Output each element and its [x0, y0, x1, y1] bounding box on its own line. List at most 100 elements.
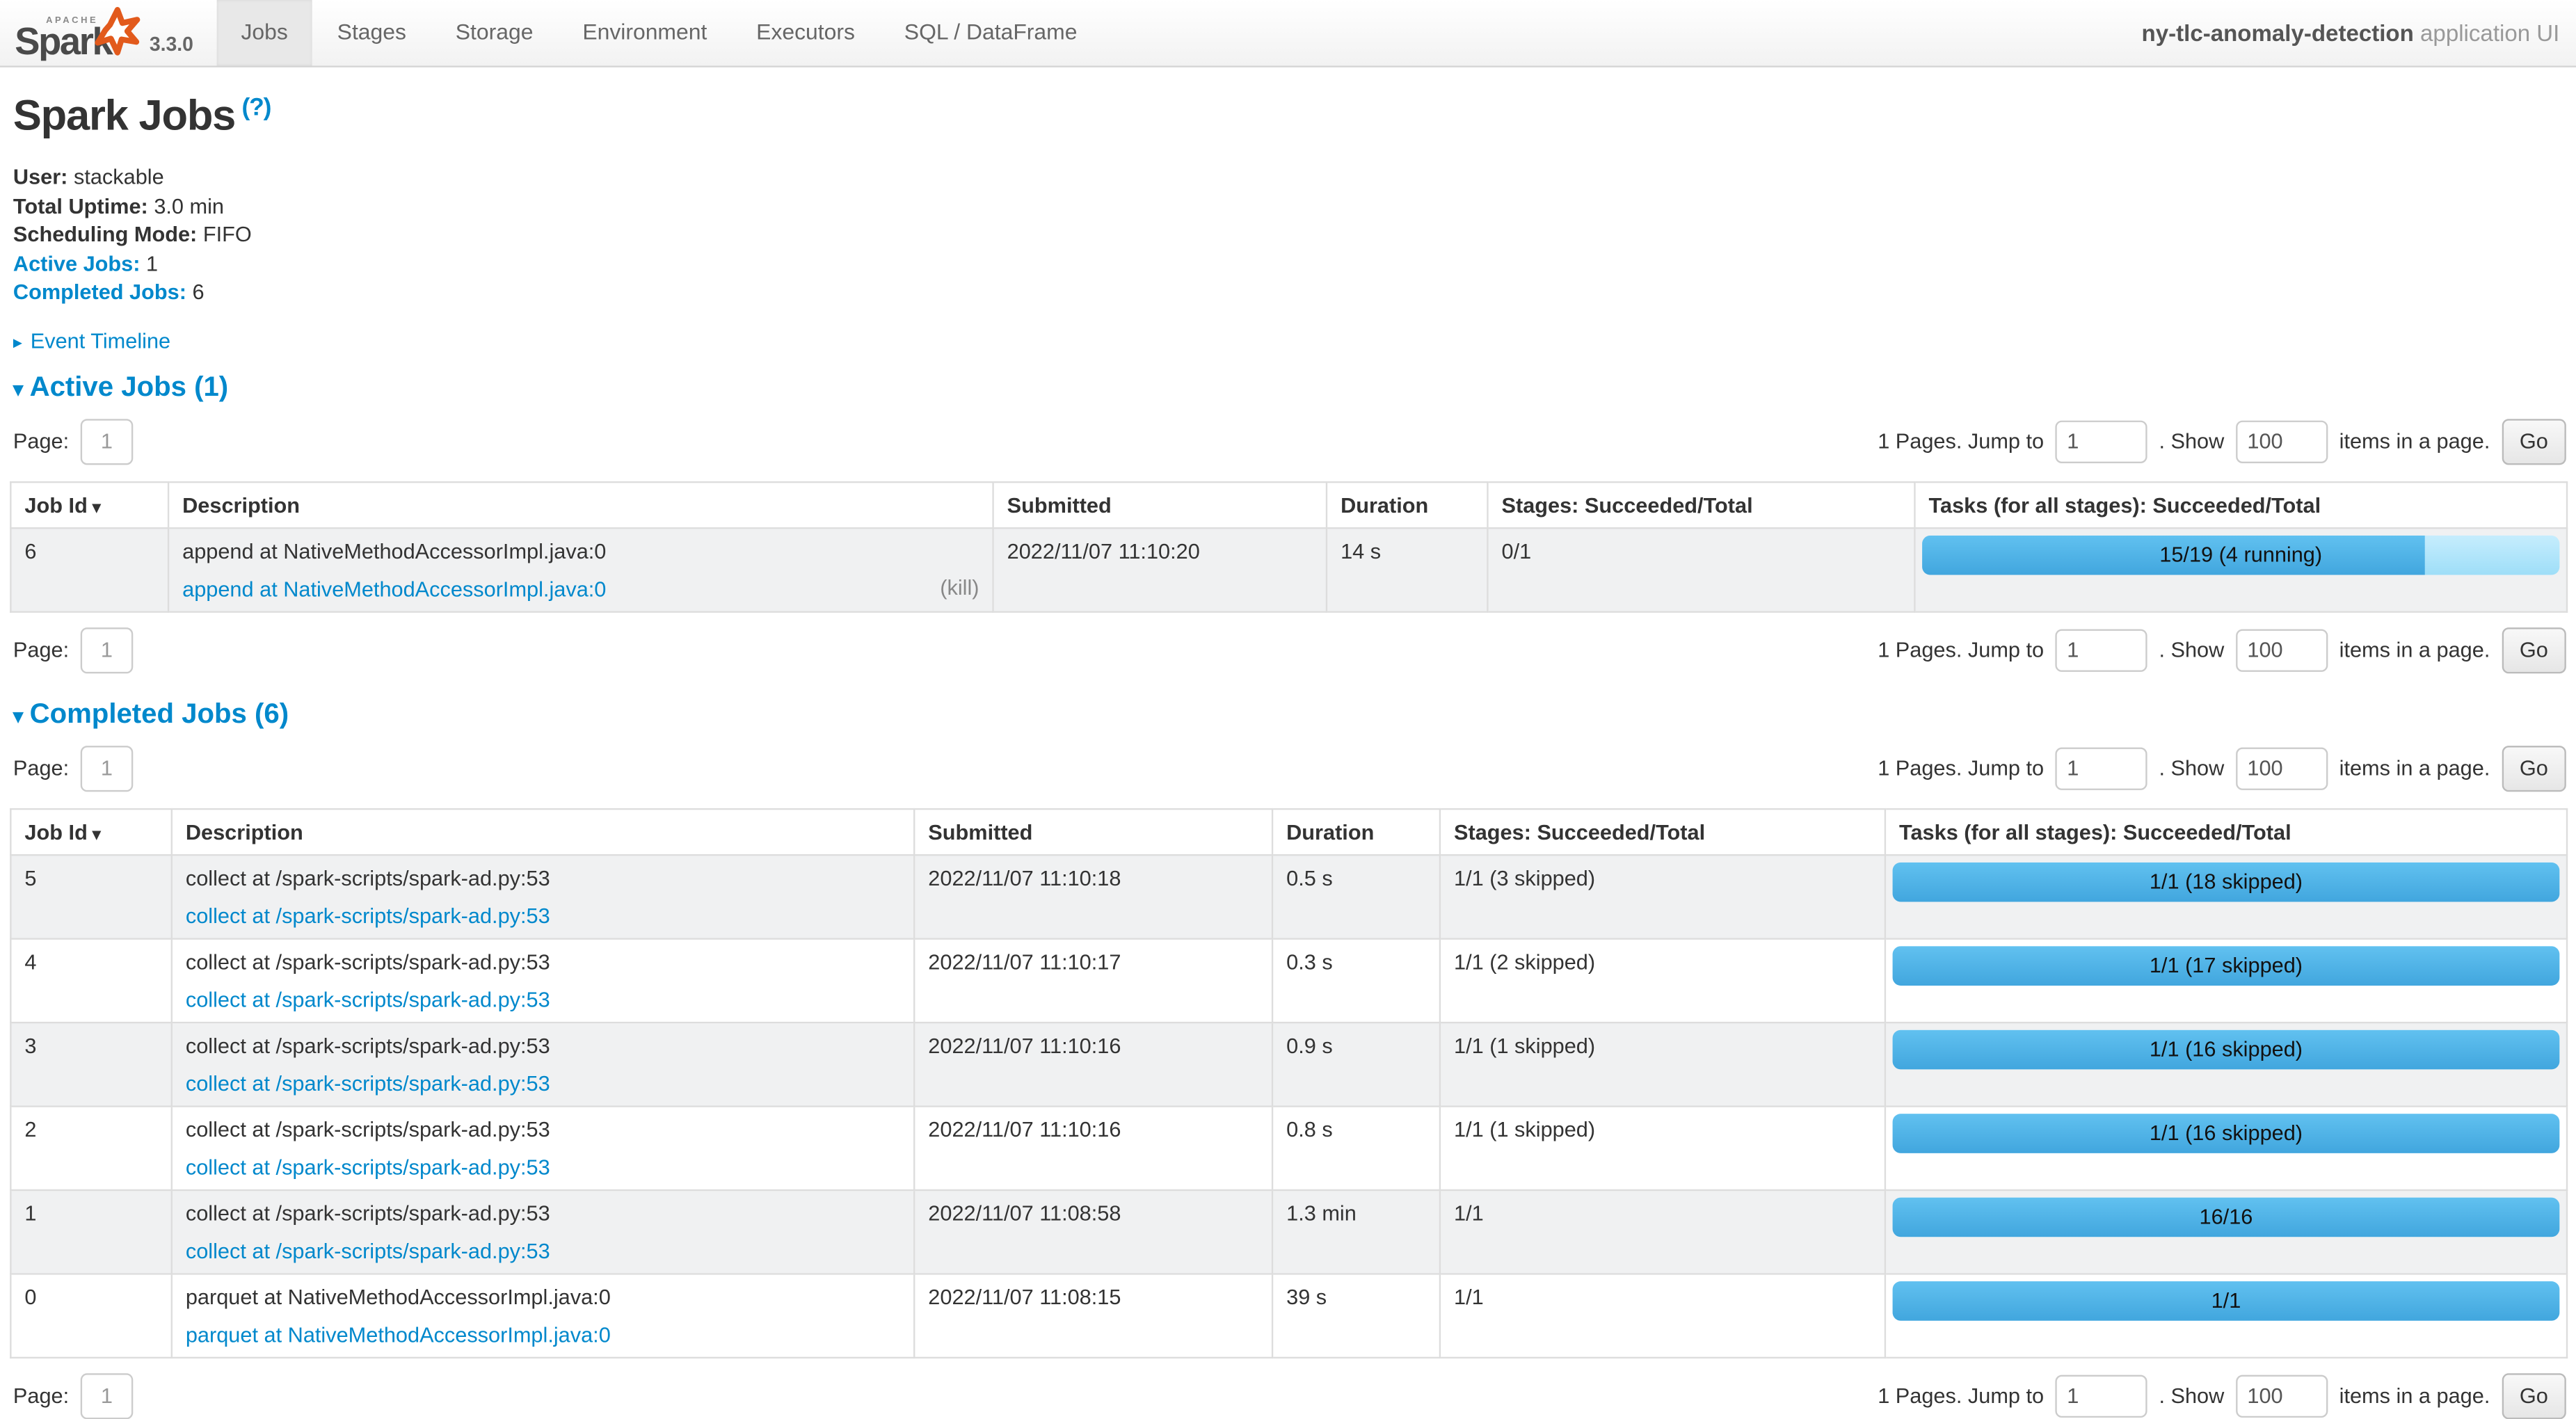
column-tasks[interactable]: Tasks (for all stages): Succeeded/Total	[1914, 482, 2567, 528]
items-per-page-input[interactable]	[2236, 420, 2328, 463]
spark-version: 3.3.0	[150, 33, 193, 56]
kill-link[interactable]: (kill)	[940, 573, 979, 601]
active-pagination-top: Page: 1 Pages. Jump to . Show items in a…	[10, 419, 2566, 465]
page-number-input[interactable]	[81, 419, 134, 465]
submitted-cell: 2022/11/07 11:08:15	[914, 1274, 1272, 1357]
column-duration[interactable]: Duration	[1272, 809, 1440, 855]
pages-text: 1 Pages. Jump to	[1878, 756, 2044, 780]
show-text: . Show	[2159, 1384, 2224, 1409]
items-per-page-input[interactable]	[2236, 747, 2328, 789]
stages-cell: 1/1 (3 skipped)	[1440, 855, 1885, 938]
completed-pagination-top: Page: 1 Pages. Jump to . Show items in a…	[10, 746, 2566, 792]
column-submitted[interactable]: Submitted	[914, 809, 1272, 855]
job-description: parquet at NativeMethodAccessorImpl.java…	[186, 1285, 611, 1309]
column-job-id[interactable]: Job Id▾	[10, 482, 168, 528]
duration-cell: 1.3 min	[1272, 1190, 1440, 1274]
tasks-cell: 15/19 (4 running)	[1914, 528, 2567, 611]
show-text: . Show	[2159, 638, 2224, 662]
table-row: 0 parquet at NativeMethodAccessorImpl.ja…	[10, 1274, 2567, 1357]
column-description[interactable]: Description	[168, 482, 993, 528]
tasks-cell: 1/1 (16 skipped)	[1885, 1023, 2567, 1106]
page-title: Spark Jobs(?)	[13, 90, 2566, 141]
job-id-cell: 5	[10, 855, 171, 938]
task-progress-bar: 1/1	[1893, 1281, 2560, 1321]
jump-to-input[interactable]	[2056, 1375, 2147, 1418]
column-description[interactable]: Description	[172, 809, 914, 855]
go-button[interactable]: Go	[2502, 419, 2566, 465]
column-submitted[interactable]: Submitted	[993, 482, 1327, 528]
tab-executors[interactable]: Executors	[732, 0, 880, 65]
tab-stages[interactable]: Stages	[312, 0, 431, 65]
application-ui-suffix: application UI	[2414, 19, 2560, 46]
sort-desc-icon: ▾	[93, 499, 101, 518]
duration-cell: 0.3 s	[1272, 939, 1440, 1023]
completed-jobs-heading[interactable]: ▾Completed Jobs (6)	[13, 698, 2566, 731]
items-per-page-input[interactable]	[2236, 629, 2328, 671]
expand-right-icon: ▸	[13, 333, 22, 353]
items-per-page-input[interactable]	[2236, 1375, 2328, 1418]
active-jobs-link[interactable]: Active Jobs:	[13, 251, 141, 275]
task-progress-bar: 1/1 (16 skipped)	[1893, 1114, 2560, 1153]
column-tasks[interactable]: Tasks (for all stages): Succeeded/Total	[1885, 809, 2567, 855]
table-header-row: Job Id▾ Description Submitted Duration S…	[10, 809, 2567, 855]
application-name: ny-tlc-anomaly-detection application UI	[2142, 0, 2576, 65]
column-job-id[interactable]: Job Id▾	[10, 809, 171, 855]
column-stages[interactable]: Stages: Succeeded/Total	[1487, 482, 1914, 528]
submitted-cell: 2022/11/07 11:10:16	[914, 1106, 1272, 1189]
spark-logo[interactable]: Spark APACHE 3.3.0	[0, 0, 197, 65]
stages-cell: 1/1 (1 skipped)	[1440, 1106, 1885, 1189]
page-number-input[interactable]	[81, 1373, 134, 1419]
job-description-link[interactable]: collect at /spark-scripts/spark-ad.py:53	[186, 1153, 900, 1181]
summary-active-jobs: Active Jobs: 1	[13, 249, 2566, 278]
job-id-cell: 1	[10, 1190, 171, 1274]
stages-cell: 1/1	[1440, 1190, 1885, 1274]
help-link[interactable]: (?)	[242, 94, 271, 122]
page-label: Page:	[13, 1384, 69, 1409]
job-description-link[interactable]: parquet at NativeMethodAccessorImpl.java…	[186, 1321, 900, 1349]
go-button[interactable]: Go	[2502, 627, 2566, 673]
event-timeline-toggle[interactable]: ▸Event Timeline	[13, 328, 2566, 353]
page-label: Page:	[13, 638, 69, 662]
tab-sql-dataframe[interactable]: SQL / DataFrame	[879, 0, 1102, 65]
table-row: 3 collect at /spark-scripts/spark-ad.py:…	[10, 1023, 2567, 1106]
sort-desc-icon: ▾	[93, 826, 101, 844]
job-description-link[interactable]: collect at /spark-scripts/spark-ad.py:53	[186, 1069, 900, 1097]
tab-environment[interactable]: Environment	[558, 0, 732, 65]
task-progress-bar: 1/1 (18 skipped)	[1893, 863, 2560, 902]
jump-to-input[interactable]	[2056, 629, 2147, 671]
job-description-link[interactable]: collect at /spark-scripts/spark-ad.py:53	[186, 901, 900, 929]
page-number-input[interactable]	[81, 746, 134, 792]
completed-jobs-link[interactable]: Completed Jobs:	[13, 280, 186, 304]
stages-cell: 1/1 (2 skipped)	[1440, 939, 1885, 1023]
tab-storage[interactable]: Storage	[431, 0, 558, 65]
spark-logo-image: Spark APACHE	[13, 5, 141, 61]
job-id-cell: 6	[10, 528, 168, 611]
description-cell: append at NativeMethodAccessorImpl.java:…	[168, 528, 993, 611]
column-duration[interactable]: Duration	[1327, 482, 1487, 528]
page-label: Page:	[13, 429, 69, 454]
duration-cell: 14 s	[1327, 528, 1487, 611]
summary-completed-jobs: Completed Jobs: 6	[13, 278, 2566, 307]
job-description-link[interactable]: append at NativeMethodAccessorImpl.java:…	[182, 575, 979, 602]
job-description: collect at /spark-scripts/spark-ad.py:53	[186, 1201, 550, 1225]
jump-to-input[interactable]	[2056, 747, 2147, 789]
task-progress-label: 1/1 (16 skipped)	[1893, 1114, 2560, 1153]
job-description-link[interactable]: collect at /spark-scripts/spark-ad.py:53	[186, 986, 900, 1013]
column-stages[interactable]: Stages: Succeeded/Total	[1440, 809, 1885, 855]
jump-to-input[interactable]	[2056, 420, 2147, 463]
active-pagination-bottom: Page: 1 Pages. Jump to . Show items in a…	[10, 627, 2566, 673]
active-jobs-heading[interactable]: ▾Active Jobs (1)	[13, 371, 2566, 404]
completed-jobs-table: Job Id▾ Description Submitted Duration S…	[10, 808, 2568, 1358]
duration-cell: 0.9 s	[1272, 1023, 1440, 1106]
tasks-cell: 1/1	[1885, 1274, 2567, 1357]
page-number-input[interactable]	[81, 627, 134, 673]
task-progress-label: 15/19 (4 running)	[1922, 536, 2559, 575]
task-progress-label: 1/1 (18 skipped)	[1893, 863, 2560, 902]
nav-tabs: Jobs Stages Storage Environment Executor…	[216, 0, 1102, 65]
tab-jobs[interactable]: Jobs	[216, 0, 312, 65]
job-description-link[interactable]: collect at /spark-scripts/spark-ad.py:53	[186, 1237, 900, 1265]
go-button[interactable]: Go	[2502, 1373, 2566, 1419]
go-button[interactable]: Go	[2502, 746, 2566, 792]
summary-scheduling-mode: Scheduling Mode: FIFO	[13, 221, 2566, 250]
submitted-cell: 2022/11/07 11:10:17	[914, 939, 1272, 1023]
